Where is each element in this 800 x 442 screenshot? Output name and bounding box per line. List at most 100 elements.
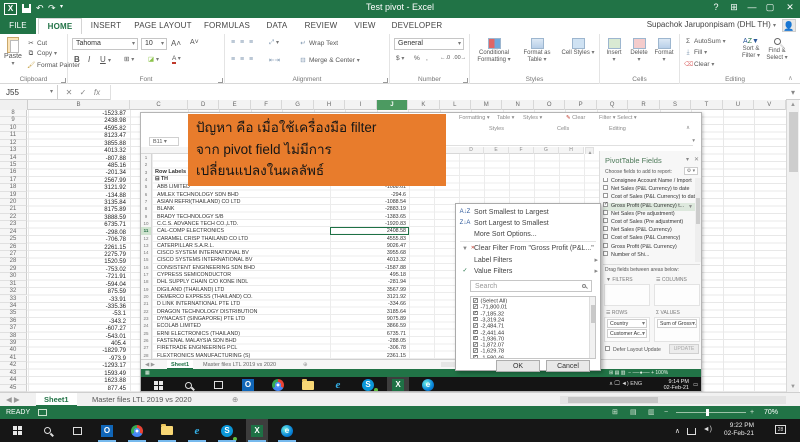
- action-center-icon[interactable]: 28: [775, 425, 786, 434]
- vertical-scroll-thumb[interactable]: [789, 112, 798, 172]
- delete-cells-button[interactable]: Delete▾: [627, 38, 651, 64]
- column-header-L[interactable]: L: [440, 100, 471, 110]
- column-header-S[interactable]: S: [660, 100, 691, 110]
- row-header-45[interactable]: 45: [0, 385, 27, 392]
- horizontal-scroll-thumb[interactable]: [568, 397, 658, 403]
- chrome-icon[interactable]: [126, 419, 148, 442]
- normal-view-icon[interactable]: ⊞: [612, 406, 618, 419]
- collapse-ribbon-button[interactable]: ∧: [788, 74, 793, 82]
- zoom-slider[interactable]: [676, 412, 746, 413]
- cell-value[interactable]: 875.59: [30, 289, 126, 295]
- bold-button[interactable]: B: [74, 55, 80, 64]
- network-icon[interactable]: [687, 428, 696, 435]
- column-header-O[interactable]: O: [534, 100, 565, 110]
- decrease-decimal-button[interactable]: .00→: [453, 55, 466, 61]
- row-header-8[interactable]: 8: [0, 110, 27, 117]
- ribbon-tab-formulas[interactable]: FORMULAS: [198, 18, 256, 34]
- sheet-tab-sheet1[interactable]: Sheet1: [36, 393, 77, 407]
- font-color-button[interactable]: A ▾: [172, 55, 181, 62]
- clear-button[interactable]: ⌫Clear ▾: [684, 60, 714, 68]
- row-header-14[interactable]: 14: [0, 155, 27, 162]
- row-header-12[interactable]: 12: [0, 140, 27, 147]
- row-header-31[interactable]: 31: [0, 281, 27, 288]
- minimize-button[interactable]: —: [744, 2, 760, 12]
- cell-value[interactable]: 3888.59: [30, 215, 126, 221]
- restore-button[interactable]: ▢: [762, 2, 778, 13]
- format-cells-button[interactable]: Format▾: [652, 38, 676, 64]
- macro-record-icon[interactable]: [38, 409, 47, 416]
- cell-styles-button[interactable]: Cell Styles ▾: [558, 38, 598, 57]
- cell-value[interactable]: 877.45: [30, 386, 126, 392]
- sheet-tab-master[interactable]: Master files LTL 2019 vs 2020: [84, 393, 200, 407]
- cell-value[interactable]: 405.4: [30, 341, 126, 347]
- row-header-38[interactable]: 38: [0, 333, 27, 340]
- percent-button[interactable]: %: [414, 55, 420, 62]
- clock[interactable]: 9:22 PM02-Feb-21: [704, 422, 754, 438]
- row-header-13[interactable]: 13: [0, 147, 27, 154]
- row-header-22[interactable]: 22: [0, 214, 27, 221]
- cell-value[interactable]: -721.91: [30, 274, 126, 280]
- zoom-level[interactable]: 70%: [764, 406, 778, 419]
- avatar[interactable]: 👤: [782, 19, 796, 32]
- cell-value[interactable]: 2567.99: [30, 178, 126, 184]
- cell-value[interactable]: 3135.84: [30, 200, 126, 206]
- cell-value[interactable]: 4595.82: [30, 126, 126, 132]
- task-view-icon[interactable]: [66, 419, 88, 442]
- column-header-H[interactable]: H: [314, 100, 345, 110]
- row-header-29[interactable]: 29: [0, 266, 27, 273]
- ribbon-tab-page-layout[interactable]: PAGE LAYOUT: [130, 18, 196, 34]
- row-header-18[interactable]: 18: [0, 184, 27, 191]
- font-family-select[interactable]: Tahoma▾: [72, 38, 138, 50]
- row-header-34[interactable]: 34: [0, 303, 27, 310]
- row-header-15[interactable]: 15: [0, 162, 27, 169]
- autosum-button[interactable]: ΣAutoSum ▾: [684, 38, 726, 45]
- outlook-icon[interactable]: O: [96, 419, 118, 442]
- start-icon[interactable]: [6, 419, 28, 442]
- column-header-P[interactable]: P: [565, 100, 596, 110]
- cell-value[interactable]: -53.1: [30, 311, 126, 317]
- column-header-Q[interactable]: Q: [597, 100, 628, 110]
- copy-button[interactable]: ⧉Copy ▾: [27, 50, 57, 58]
- cell-value[interactable]: 4013.32: [30, 148, 126, 154]
- zoom-out-icon[interactable]: −: [664, 406, 668, 419]
- row-header-11[interactable]: 11: [0, 132, 27, 139]
- row-header-36[interactable]: 36: [0, 318, 27, 325]
- column-header-D[interactable]: D: [188, 100, 219, 110]
- cell-value[interactable]: -298.08: [30, 230, 126, 236]
- show-hidden-icons[interactable]: ∧: [675, 427, 680, 435]
- row-header-19[interactable]: 19: [0, 192, 27, 199]
- internet-explorer-icon[interactable]: e: [186, 419, 208, 442]
- number-format-select[interactable]: General▾: [394, 38, 464, 50]
- column-header-V[interactable]: V: [754, 100, 785, 110]
- column-header-J[interactable]: J: [377, 100, 408, 110]
- row-header-17[interactable]: 17: [0, 177, 27, 184]
- ribbon-tab-insert[interactable]: INSERT: [84, 18, 128, 34]
- column-header-U[interactable]: U: [723, 100, 754, 110]
- borders-button[interactable]: ⊞ ▾: [124, 55, 134, 63]
- cell-value[interactable]: -753.02: [30, 267, 126, 273]
- cell-value[interactable]: -201.34: [30, 170, 126, 176]
- format-as-table-button[interactable]: Format as Table ▾: [516, 38, 558, 64]
- cell-value[interactable]: 6735.71: [30, 222, 126, 228]
- font-dialog-launcher[interactable]: [218, 78, 223, 83]
- page-layout-view-icon[interactable]: ▤: [630, 406, 637, 419]
- cell-value[interactable]: -973.9: [30, 356, 126, 362]
- conditional-formatting-button[interactable]: Conditional Formatting ▾: [472, 38, 516, 64]
- formula-input[interactable]: [110, 85, 786, 100]
- cell-value[interactable]: 8175.89: [30, 207, 126, 213]
- cell-value[interactable]: -1829.79: [30, 348, 126, 354]
- sort-filter-button[interactable]: AZ▼Sort & Filter ▾: [738, 38, 764, 60]
- column-header-B[interactable]: B: [28, 100, 130, 110]
- row-header-32[interactable]: 32: [0, 288, 27, 295]
- align-left-button[interactable]: ≡≡≡: [231, 56, 258, 63]
- alignment-dialog-launcher[interactable]: [383, 78, 388, 83]
- cell-value[interactable]: -543.01: [30, 334, 126, 340]
- cell-value[interactable]: -343.2: [30, 319, 126, 325]
- row-header-24[interactable]: 24: [0, 229, 27, 236]
- find-select-button[interactable]: Find & Select ▾: [764, 38, 790, 62]
- row-header-35[interactable]: 35: [0, 310, 27, 317]
- ribbon-options-button[interactable]: ⊞: [726, 2, 742, 13]
- row-header-43[interactable]: 43: [0, 370, 27, 377]
- horizontal-scrollbar[interactable]: [560, 396, 786, 404]
- row-header-25[interactable]: 25: [0, 236, 27, 243]
